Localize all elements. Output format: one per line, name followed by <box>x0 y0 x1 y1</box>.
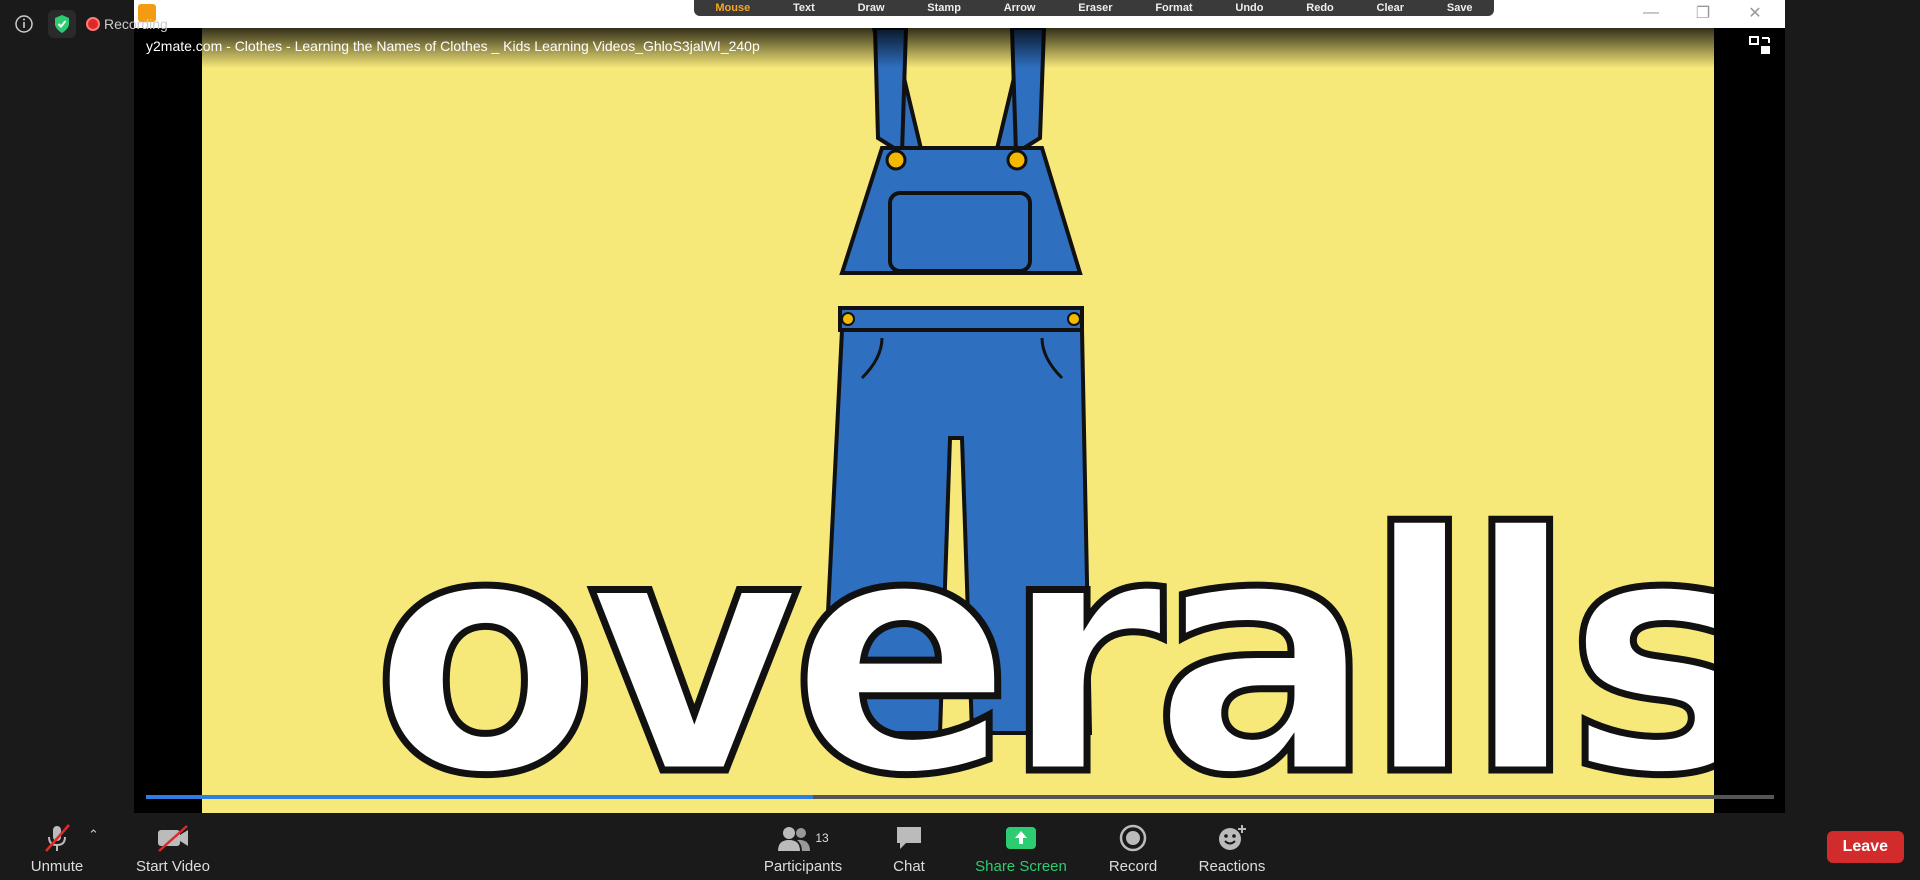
video-seek-bar[interactable] <box>146 795 1774 799</box>
video-word: overalls <box>372 464 1714 813</box>
annotation-toolbar: Mouse Text Draw Stamp Arrow Eraser Forma… <box>694 0 1494 16</box>
record-label: Record <box>1108 858 1158 875</box>
video-seek-progress <box>146 795 814 799</box>
overalls-illustration: overalls <box>369 28 1714 813</box>
reactions-smiley-icon <box>1217 823 1247 853</box>
share-screen-button[interactable]: Share Screen <box>966 823 1076 875</box>
shared-screen-window: — ❐ ✕ Mouse Text Draw Stamp Arrow Eraser… <box>134 0 1785 813</box>
annotation-tool-redo[interactable]: Redo <box>1306 2 1334 14</box>
participants-button[interactable]: 13 Participants <box>748 823 858 875</box>
start-video-button[interactable]: Start Video <box>118 823 228 875</box>
reactions-button[interactable]: Reactions <box>1177 823 1287 875</box>
annotation-tool-format[interactable]: Format <box>1155 2 1192 14</box>
muted-microphone-icon <box>41 823 73 853</box>
annotation-tool-arrow[interactable]: Arrow <box>1004 2 1036 14</box>
participants-label: Participants <box>763 858 843 875</box>
minimize-icon[interactable]: — <box>1627 2 1675 24</box>
encryption-shield-icon[interactable] <box>48 10 76 38</box>
annotation-tool-eraser[interactable]: Eraser <box>1078 2 1112 14</box>
exit-fullscreen-icon[interactable] <box>1749 36 1771 56</box>
annotation-tool-mouse[interactable]: Mouse <box>715 2 750 14</box>
unmute-label: Unmute <box>30 858 84 875</box>
video-off-icon <box>155 823 191 853</box>
info-icon[interactable] <box>10 10 38 38</box>
record-icon <box>1119 823 1147 853</box>
video-title: y2mate.com - Clothes - Learning the Name… <box>146 38 760 54</box>
restore-icon[interactable]: ❐ <box>1679 2 1727 24</box>
chat-label: Chat <box>893 858 925 875</box>
participants-icon: 13 <box>777 823 829 853</box>
annotation-tool-text[interactable]: Text <box>793 2 815 14</box>
meeting-toolbar: Unmute ⌃ Start Video 13 Participants Cha… <box>0 813 1920 880</box>
start-video-label: Start Video <box>136 858 210 875</box>
annotation-tool-clear[interactable]: Clear <box>1377 2 1405 14</box>
leave-button[interactable]: Leave <box>1826 831 1904 863</box>
recording-indicator[interactable]: Recording <box>86 16 168 32</box>
reactions-label: Reactions <box>1198 858 1266 875</box>
video-frame[interactable]: overalls <box>202 28 1714 813</box>
share-screen-icon <box>1005 823 1037 853</box>
record-button[interactable]: Record <box>1078 823 1188 875</box>
annotation-tool-undo[interactable]: Undo <box>1235 2 1263 14</box>
audio-options-chevron-up-icon[interactable]: ⌃ <box>88 827 99 843</box>
participants-count: 13 <box>815 831 829 845</box>
share-screen-label: Share Screen <box>975 858 1067 875</box>
annotation-tool-save[interactable]: Save <box>1447 2 1473 14</box>
close-icon[interactable]: ✕ <box>1731 2 1779 24</box>
recording-dot-icon <box>86 17 100 31</box>
recording-label: Recording <box>104 16 168 32</box>
meeting-info-bar: Recording <box>10 10 168 38</box>
annotation-tool-draw[interactable]: Draw <box>858 2 885 14</box>
chat-icon <box>894 823 924 853</box>
chat-button[interactable]: Chat <box>854 823 964 875</box>
annotation-tool-stamp[interactable]: Stamp <box>927 2 961 14</box>
